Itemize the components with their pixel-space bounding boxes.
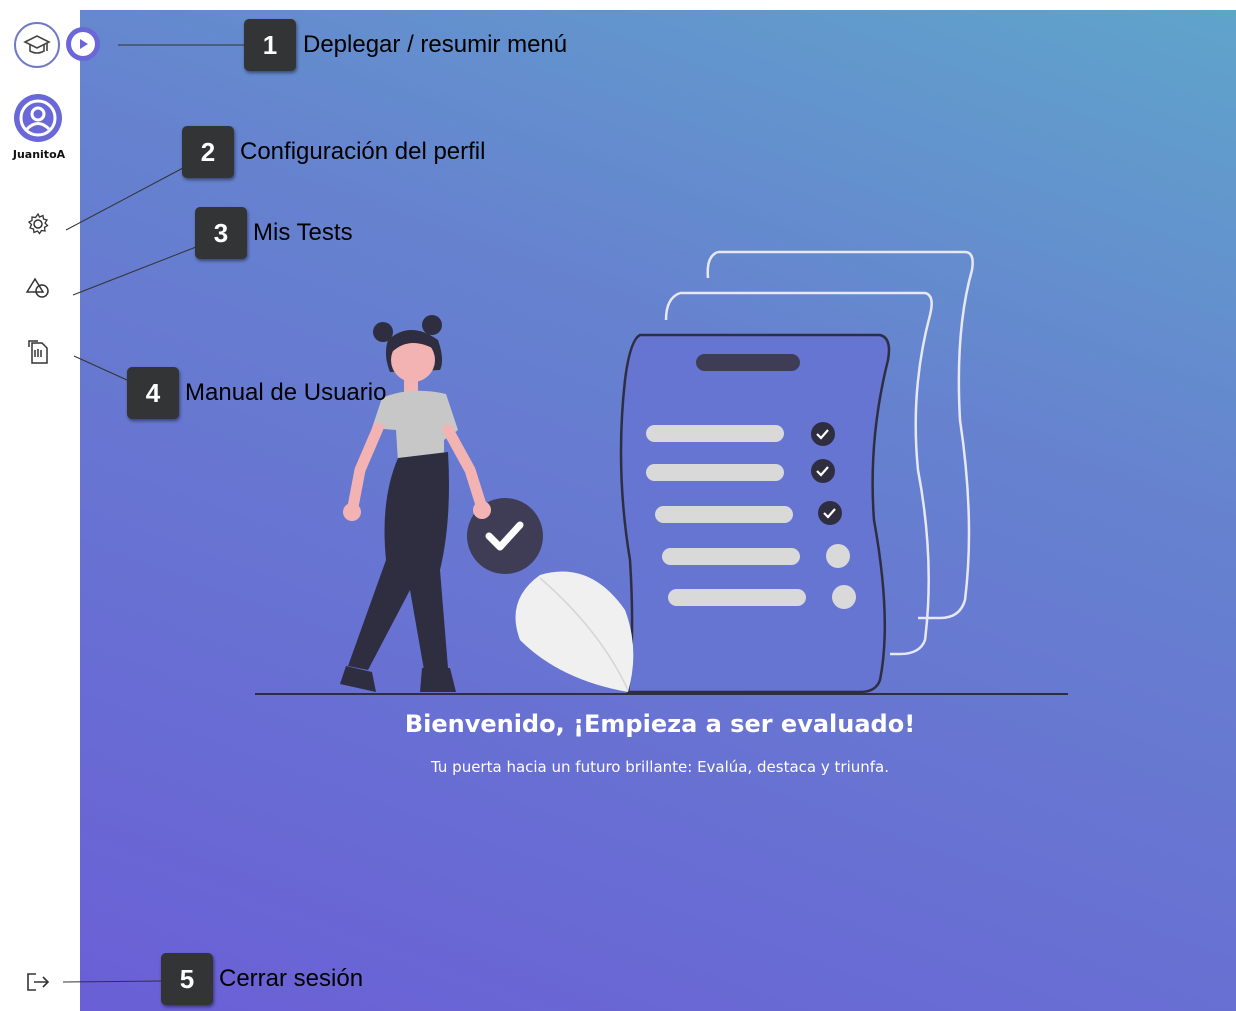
callout-badge-1: 1 <box>244 19 296 71</box>
callout-label-4: Manual de Usuario <box>185 379 387 406</box>
welcome-subtitle: Tu puerta hacia un futuro brillante: Eva… <box>431 758 889 776</box>
callout-badge-5: 5 <box>161 953 213 1005</box>
callout-label-2: Configuración del perfil <box>240 138 486 165</box>
callout-badge-4: 4 <box>127 367 179 419</box>
callout-badge-3: 3 <box>195 207 247 259</box>
callout-badge-2: 2 <box>182 126 234 178</box>
callout-label-5: Cerrar sesión <box>219 965 364 992</box>
callout-label-1: Deplegar / resumir menú <box>303 31 568 58</box>
callout-label-3: Mis Tests <box>253 219 353 246</box>
welcome-title: Bienvenido, ¡Empieza a ser evaluado! <box>404 710 916 738</box>
